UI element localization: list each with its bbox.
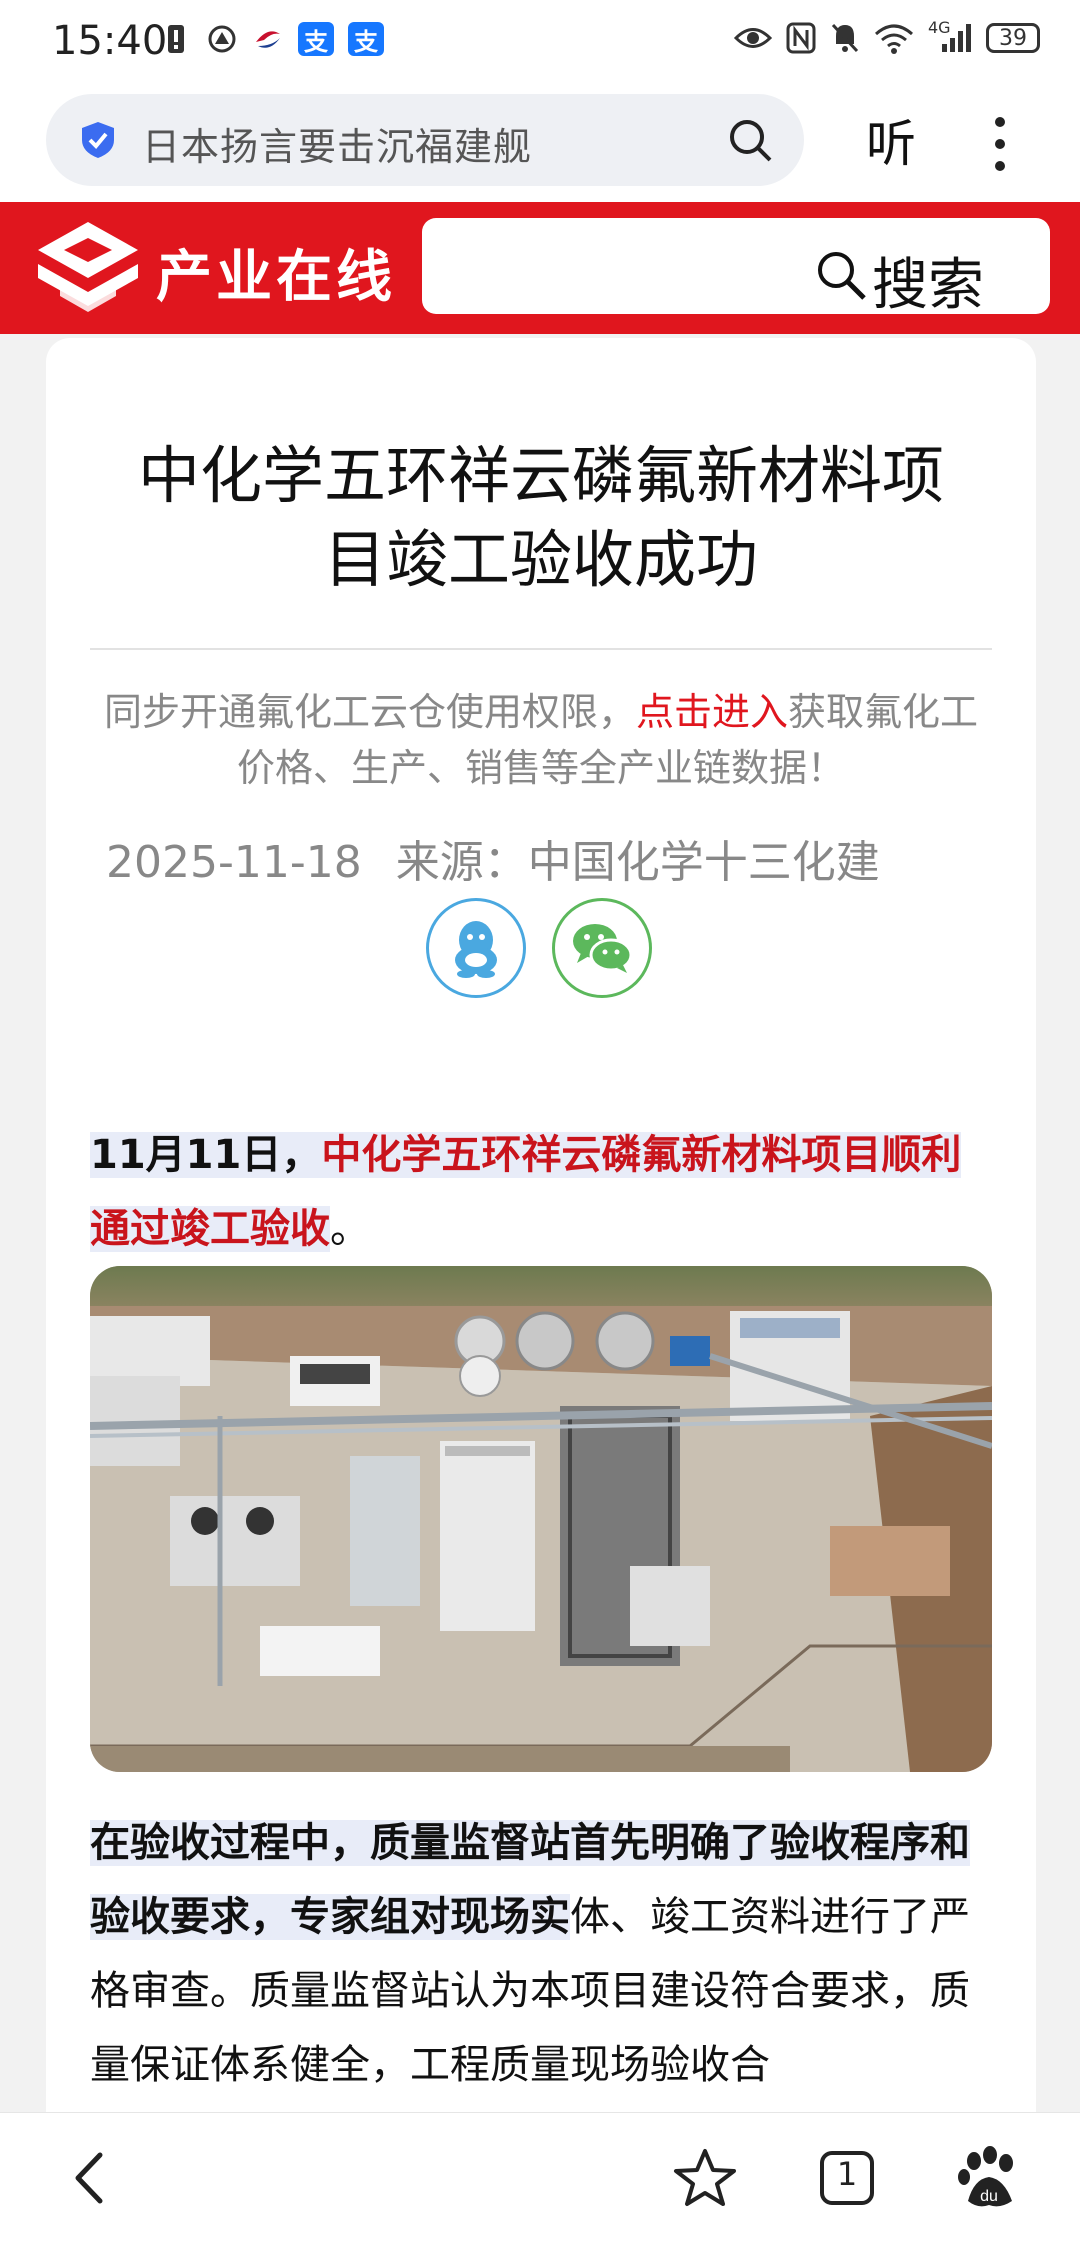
- star-icon[interactable]: [670, 2143, 740, 2213]
- alipay-icon: 支: [298, 22, 334, 56]
- status-bar: 15:40 支 支 4G 39: [0, 0, 1080, 84]
- article-card: 中化学五环祥云磷氟新材料项目竣工验收成功 同步开通氟化工云仓使用权限，点击进入获…: [46, 338, 1036, 2238]
- notice-text: 同步开通氟化工云仓使用权限，: [103, 690, 636, 734]
- app-icon: [252, 22, 284, 56]
- site-header: 产业在线 搜索: [0, 202, 1080, 334]
- battery-icon: 39: [986, 23, 1040, 53]
- bottom-navigation: 1 du: [0, 2112, 1080, 2241]
- lead-end: 。: [330, 1206, 370, 1252]
- site-search-label[interactable]: 搜索: [872, 240, 984, 321]
- lead-date: 11月11日，: [90, 1132, 322, 1178]
- site-search-box[interactable]: 搜索: [422, 218, 1050, 318]
- eye-icon: [734, 28, 772, 48]
- more-icon[interactable]: [990, 114, 1010, 174]
- nfc-icon: [786, 22, 816, 54]
- article-source: 来源：中国化学十三化建: [395, 837, 880, 888]
- tab-count: 1: [836, 2155, 858, 2193]
- article-body: 在验收过程中，质量监督站首先明确了验收程序和验收要求，专家组对现场实体、竣工资料…: [90, 1806, 1000, 2102]
- status-time: 15:40: [52, 18, 168, 64]
- share-qq-button[interactable]: [426, 898, 526, 998]
- search-icon[interactable]: [726, 116, 774, 164]
- address-bar[interactable]: 日本扬言要击沉福建舰: [46, 94, 804, 186]
- site-logo-text[interactable]: 产业在线: [156, 232, 396, 313]
- qq-icon: [455, 921, 497, 978]
- article-title: 中化学五环祥云磷氟新材料项目竣工验收成功: [137, 439, 944, 596]
- browser-toolbar: 日本扬言要击沉福建舰 听: [0, 84, 1080, 202]
- site-logo-icon[interactable]: [30, 216, 146, 320]
- svg-text:du: du: [980, 2188, 998, 2205]
- back-icon[interactable]: [56, 2143, 126, 2213]
- mute-icon: [831, 23, 859, 53]
- tabs-button[interactable]: 1: [812, 2143, 882, 2213]
- alipay-icon: 支: [348, 22, 384, 56]
- wifi-icon: [875, 24, 913, 54]
- address-text: 日本扬言要击沉福建舰: [142, 125, 533, 169]
- system-icons: 4G 39: [734, 18, 1040, 54]
- signal-icon: 4G: [928, 18, 972, 54]
- promo-notice: 同步开通氟化工云仓使用权限，点击进入获取氟化工价格、生产、销售等全产业链数据！: [86, 684, 996, 796]
- article-meta: 2025-11-18 来源：中国化学十三化建: [106, 826, 880, 890]
- share-wechat-button[interactable]: [552, 898, 652, 998]
- notification-icons: 支 支: [160, 22, 384, 56]
- shield-icon: [82, 122, 114, 158]
- alert-icon: [160, 22, 192, 56]
- search-icon: [818, 252, 866, 300]
- article-date: 2025-11-18: [106, 837, 362, 888]
- baidu-icon[interactable]: du: [954, 2143, 1024, 2213]
- article-photo: [90, 1266, 992, 1772]
- article-lead: 11月11日，中化学五环祥云磷氟新材料项目顺利通过竣工验收。: [90, 1118, 1000, 1266]
- listen-button[interactable]: 听: [866, 104, 916, 176]
- wechat-icon: [573, 924, 633, 973]
- notice-link[interactable]: 点击进入: [636, 690, 788, 734]
- title-divider: [90, 648, 992, 650]
- app-icon: [206, 22, 238, 56]
